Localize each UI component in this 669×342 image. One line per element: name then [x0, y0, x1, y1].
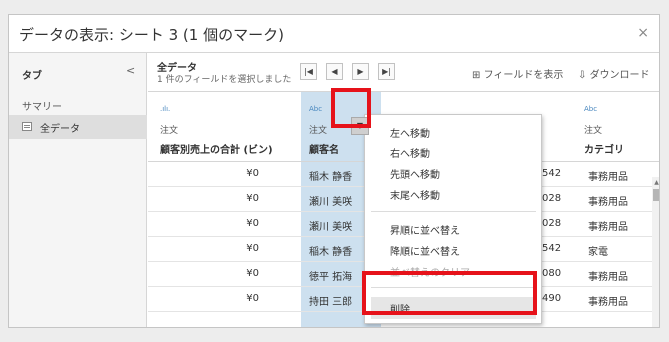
menu-separator: [371, 211, 536, 212]
cell-value: 542: [542, 243, 562, 254]
menu-move-last[interactable]: 末尾へ移動: [390, 187, 440, 202]
cell-category: 事務用品: [588, 297, 628, 308]
cell-sales: ¥0: [246, 293, 259, 304]
cell-category: 事務用品: [588, 272, 628, 283]
cell-sales: ¥0: [246, 218, 259, 229]
column-source: 注文: [584, 126, 603, 136]
cell-sales: ¥0: [246, 193, 259, 204]
cell-value: 490: [542, 293, 562, 304]
cell-sales: ¥0: [246, 243, 259, 254]
divider: [148, 91, 659, 92]
cell-customer: 稲木 静香: [309, 172, 353, 183]
menu-sort-descending[interactable]: 降順に並べ替え: [390, 243, 460, 258]
scrollbar-thumb[interactable]: [653, 189, 659, 201]
cell-value: 542: [542, 168, 562, 179]
cell-category: 事務用品: [588, 172, 628, 183]
scroll-up-icon[interactable]: ▲: [652, 179, 659, 186]
menu-move-first[interactable]: 先頭へ移動: [390, 166, 440, 181]
cell-customer: 瀬川 美咲: [309, 197, 353, 208]
cell-sales: ¥0: [246, 168, 259, 179]
show-fields-label: フィールドを表示: [483, 70, 564, 81]
cell-customer: 稲木 静香: [309, 247, 353, 258]
collapse-icon[interactable]: <: [126, 64, 135, 77]
annotation-highlight-delete: [362, 271, 537, 315]
next-page-button[interactable]: ▶: [352, 63, 369, 80]
selection-caption: 1 件のフィールドを選択しました: [157, 75, 292, 85]
cell-category: 家電: [588, 247, 608, 258]
sidebar-item-label: 全データ: [40, 124, 80, 135]
close-icon[interactable]: ×: [637, 25, 649, 41]
annotation-highlight-dropdown: [331, 88, 371, 128]
cell-value: 028: [542, 218, 562, 229]
column-header-category[interactable]: カテゴリ: [584, 141, 624, 156]
vertical-scrollbar[interactable]: ▲: [652, 177, 659, 327]
cell-sales: ¥0: [246, 268, 259, 279]
download-button[interactable]: ⇩ ダウンロード: [578, 66, 650, 81]
string-type-icon: Abc: [309, 105, 323, 113]
first-page-button[interactable]: |◀: [300, 63, 317, 80]
last-page-button[interactable]: ▶|: [378, 63, 395, 80]
view-data-dialog: データの表示: シート 3 (1 個のマーク) × タブ < サマリー 全データ…: [8, 14, 660, 328]
cell-customer: 持田 三郎: [309, 297, 353, 308]
column-source: 注文: [309, 126, 328, 136]
cell-value: 028: [542, 193, 562, 204]
dialog-title: データの表示: シート 3 (1 個のマーク): [19, 26, 284, 44]
cell-value: 080: [542, 268, 562, 279]
menu-move-left[interactable]: 左へ移動: [390, 125, 430, 140]
table-icon: [22, 122, 32, 131]
sidebar-tab-label: タブ: [22, 71, 42, 82]
show-fields-button[interactable]: ⊞ フィールドを表示: [472, 66, 563, 81]
sidebar: タブ < サマリー 全データ: [9, 53, 147, 327]
sidebar-item-all-data[interactable]: 全データ: [9, 115, 147, 139]
download-label: ダウンロード: [589, 70, 650, 81]
cell-category: 事務用品: [588, 222, 628, 233]
column-source: 注文: [160, 126, 179, 136]
cell-customer: 瀬川 美咲: [309, 222, 353, 233]
measure-type-icon: .ılı.: [160, 105, 171, 113]
prev-page-button[interactable]: ◀: [326, 63, 343, 80]
cell-category: 事務用品: [588, 197, 628, 208]
cell-customer: 徳平 拓海: [309, 272, 353, 283]
sidebar-item-summary[interactable]: サマリー: [22, 98, 62, 113]
column-header-customer-name[interactable]: 顧客名: [309, 141, 339, 156]
string-type-icon: Abc: [584, 105, 598, 113]
column-header-sales[interactable]: 顧客別売上の合計 (ビン): [160, 141, 273, 156]
add-field-icon: ⊞: [472, 70, 484, 81]
menu-sort-ascending[interactable]: 昇順に並べ替え: [390, 222, 460, 237]
menu-move-right[interactable]: 右へ移動: [390, 145, 430, 160]
download-icon: ⇩: [578, 70, 590, 81]
